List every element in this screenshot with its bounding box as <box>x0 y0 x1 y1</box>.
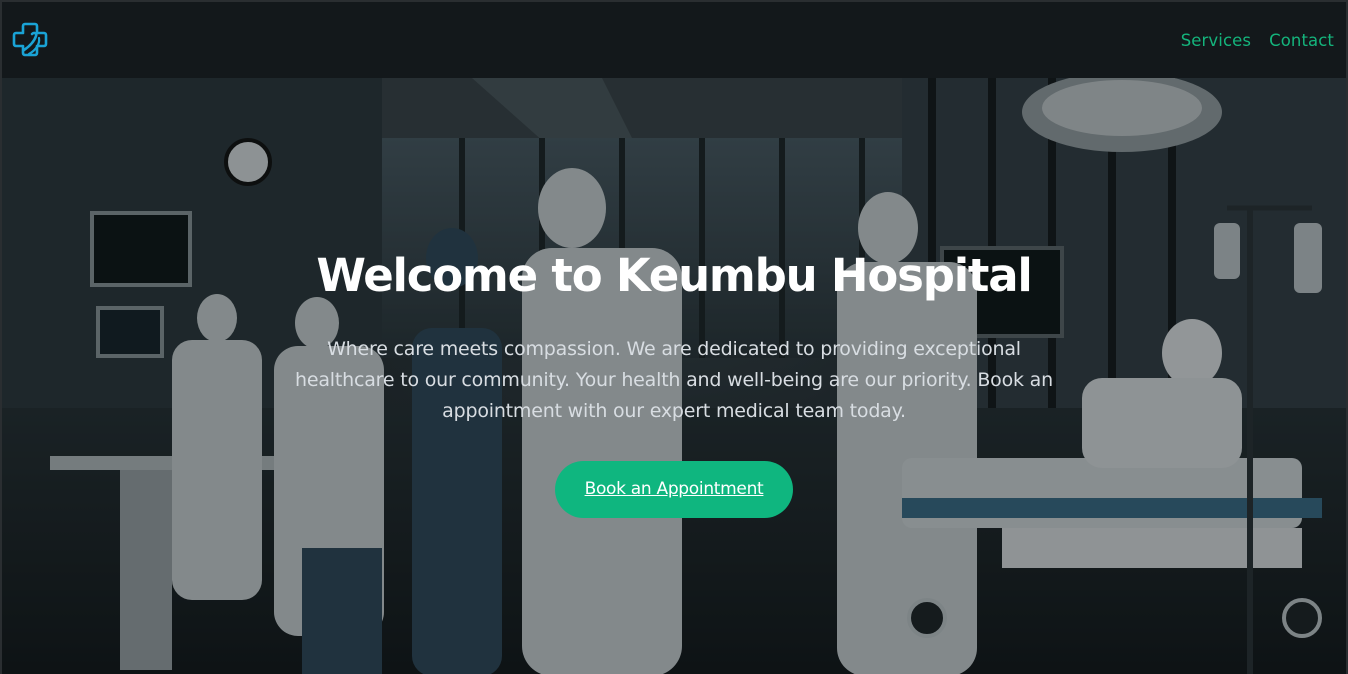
page: Services Contact Welcome to Keumbu Hospi… <box>0 0 1348 674</box>
nav-contact-link[interactable]: Contact <box>1269 31 1334 50</box>
site-header: Services Contact <box>2 2 1346 78</box>
hero-section: Welcome to Keumbu Hospital Where care me… <box>2 78 1346 674</box>
nav-services-link[interactable]: Services <box>1181 31 1251 50</box>
main-nav: Services Contact <box>1181 31 1334 50</box>
home-logo-link[interactable] <box>12 20 50 60</box>
book-appointment-button[interactable]: Book an Appointment <box>554 461 794 518</box>
hero-subtitle: Where care meets compassion. We are dedi… <box>295 338 1053 422</box>
hero-content: Welcome to Keumbu Hospital Where care me… <box>2 244 1346 518</box>
hero-title: Welcome to Keumbu Hospital <box>316 249 1032 302</box>
medical-cross-logo-icon <box>12 22 48 57</box>
